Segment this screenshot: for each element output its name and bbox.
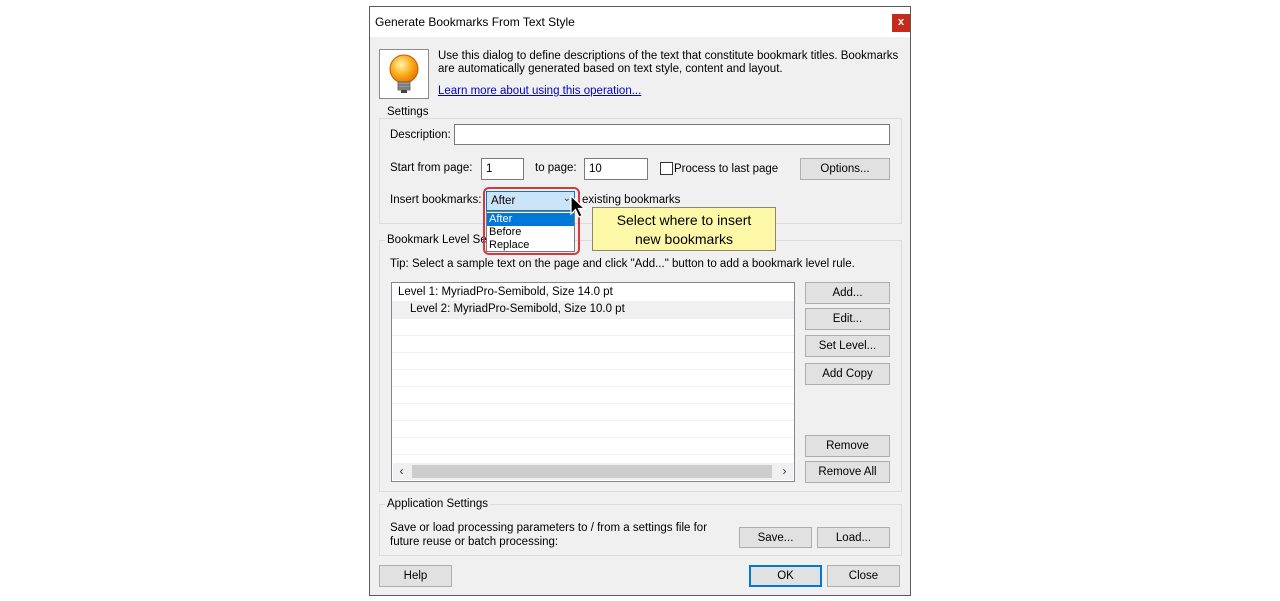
remove-button[interactable]: Remove (805, 435, 890, 457)
bookmark-levels-list[interactable]: Level 1: MyriadPro-Semibold, Size 14.0 p… (391, 282, 795, 482)
dropdown-option-replace[interactable]: Replace (487, 239, 574, 252)
list-item[interactable]: Level 2: MyriadPro-Semibold, Size 10.0 p… (392, 301, 794, 319)
list-item[interactable]: Level 1: MyriadPro-Semibold, Size 14.0 p… (392, 284, 794, 302)
list-item-empty (392, 386, 794, 404)
horizontal-scrollbar[interactable]: ‹ › (393, 463, 793, 480)
process-last-page-label: Process to last page (674, 163, 779, 175)
list-item-empty (392, 352, 794, 370)
tooltip-line-2: new bookmarks (634, 231, 734, 247)
description-input[interactable] (454, 124, 890, 145)
application-settings-label: Application Settings (385, 498, 491, 510)
title-bar: Generate Bookmarks From Text Style x (370, 7, 910, 37)
remove-all-button[interactable]: Remove All (805, 461, 890, 483)
existing-bookmarks-label: existing bookmarks (582, 194, 681, 206)
tooltip-line-1: Select where to insert (616, 212, 752, 228)
tip-text: Tip: Select a sample text on the page an… (390, 258, 855, 270)
scroll-left-icon[interactable]: ‹ (393, 463, 410, 480)
description-label: Description: (390, 129, 451, 141)
tooltip-callout: Select where to insert new bookmarks (592, 207, 776, 251)
add-copy-button[interactable]: Add Copy (805, 363, 890, 385)
insert-bookmarks-select[interactable]: After ⌄ (486, 191, 575, 211)
options-button[interactable]: Options... (800, 158, 890, 180)
edit-button[interactable]: Edit... (805, 308, 890, 330)
close-button[interactable]: Close (827, 565, 900, 587)
generate-bookmarks-dialog: Generate Bookmarks From Text Style x Use… (369, 6, 911, 596)
app-settings-text: Save or load processing parameters to / … (390, 522, 708, 548)
insert-bookmarks-dropdown-list[interactable]: After Before Replace (486, 211, 575, 252)
list-item-empty (392, 318, 794, 336)
mouse-pointer-icon (570, 195, 587, 218)
scrollbar-thumb[interactable] (412, 465, 772, 478)
list-item-empty (392, 420, 794, 438)
list-item-empty (392, 403, 794, 421)
save-settings-button[interactable]: Save... (739, 527, 812, 548)
list-item-label: Level 1: MyriadPro-Semibold, Size 14.0 p… (398, 286, 613, 298)
to-page-input[interactable] (584, 158, 648, 180)
intro-text: Use this dialog to define descriptions o… (438, 50, 899, 75)
set-level-button[interactable]: Set Level... (805, 335, 890, 357)
dropdown-option-before[interactable]: Before (487, 226, 574, 239)
process-last-page-checkbox[interactable] (660, 162, 673, 175)
close-icon[interactable]: x (892, 14, 910, 32)
to-page-label: to page: (535, 162, 577, 174)
learn-more-link[interactable]: Learn more about using this operation... (438, 85, 641, 97)
dropdown-option-after[interactable]: After (487, 213, 574, 226)
insert-select-value: After (491, 195, 516, 207)
load-settings-button[interactable]: Load... (817, 527, 890, 548)
help-button[interactable]: Help (379, 565, 452, 587)
ok-button[interactable]: OK (749, 565, 822, 587)
list-item-empty (392, 437, 794, 455)
add-button[interactable]: Add... (805, 282, 890, 304)
start-page-label: Start from page: (390, 162, 473, 174)
scroll-right-icon[interactable]: › (776, 463, 793, 480)
insert-bookmarks-label: Insert bookmarks: (390, 194, 482, 206)
start-page-input[interactable] (481, 158, 524, 180)
list-item-empty (392, 335, 794, 353)
settings-group-label: Settings (385, 106, 431, 118)
list-item-empty (392, 369, 794, 387)
bookmark-level-group-label: Bookmark Level Setti (385, 234, 498, 246)
dialog-title: Generate Bookmarks From Text Style (375, 15, 575, 29)
lightbulb-icon (379, 49, 429, 99)
list-item-label: Level 2: MyriadPro-Semibold, Size 10.0 p… (410, 303, 625, 315)
